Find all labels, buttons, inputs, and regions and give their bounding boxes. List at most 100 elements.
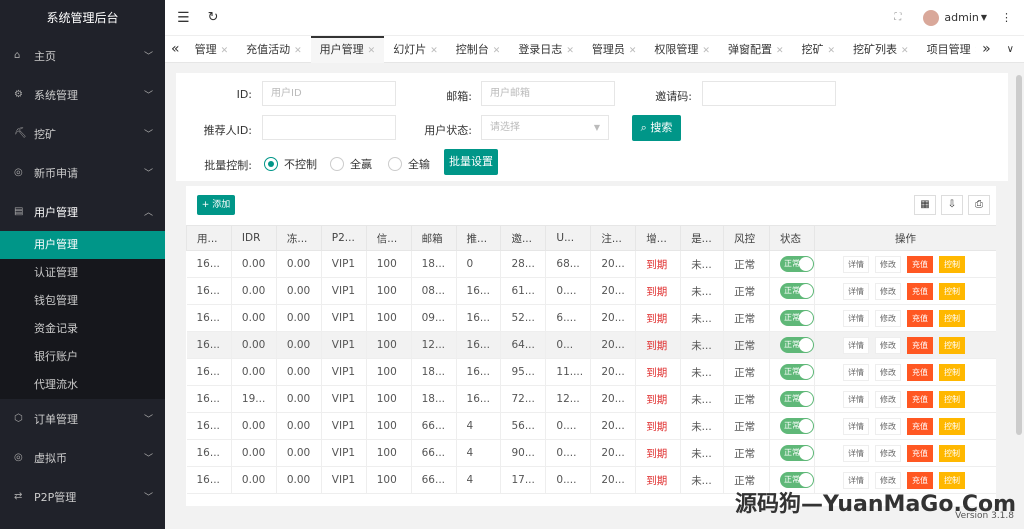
- table-row[interactable]: 16... 0.00 0.00 VIP1 100 18... 0 28... 68... 20..…: [186, 250, 996, 278]
- id-input[interactable]: 用户ID: [262, 81, 396, 106]
- sidebar-subitem[interactable]: 用户管理: [0, 231, 165, 259]
- column-header[interactable]: 是...: [680, 225, 725, 251]
- detail-button[interactable]: 详情: [843, 417, 870, 435]
- tab[interactable]: 挖矿 ✕: [793, 36, 845, 63]
- close-icon[interactable]: ✕: [776, 46, 784, 56]
- sidebar-subitem[interactable]: 钱包管理: [0, 287, 165, 315]
- status-toggle[interactable]: 正常: [780, 337, 815, 353]
- detail-button[interactable]: 详情: [843, 282, 870, 300]
- column-header[interactable]: 风控: [723, 225, 771, 251]
- status-toggle[interactable]: 正常: [780, 256, 815, 272]
- sidebar-item[interactable]: ▤ 用户管理 ︿: [0, 192, 165, 231]
- edit-button[interactable]: 修改: [875, 336, 902, 354]
- column-header[interactable]: 状态: [769, 225, 816, 251]
- close-icon[interactable]: ✕: [629, 46, 637, 56]
- recharge-button[interactable]: 充值: [907, 309, 934, 327]
- control-button[interactable]: 控制: [939, 417, 966, 435]
- sidebar-item[interactable]: ⚙ 系统管理 ﹀: [0, 75, 165, 114]
- detail-button[interactable]: 详情: [843, 444, 870, 462]
- table-row[interactable]: 16... 0.00 0.00 VIP1 100 08... 16... 61... 0....…: [186, 277, 996, 305]
- tab[interactable]: 用户管理 ✕: [310, 35, 385, 63]
- column-header[interactable]: IDR: [230, 225, 277, 251]
- tab[interactable]: 管理 ✕: [186, 36, 238, 63]
- close-icon[interactable]: ✕: [430, 46, 438, 56]
- tab[interactable]: 控制台 ✕: [447, 36, 510, 63]
- more-icon[interactable]: ⋮: [1001, 11, 1012, 24]
- column-header[interactable]: 操作: [814, 225, 996, 251]
- tabs-dropdown-icon[interactable]: ∨: [997, 44, 1024, 55]
- recharge-button[interactable]: 充值: [907, 363, 934, 381]
- columns-icon[interactable]: ▦: [914, 195, 936, 215]
- tab[interactable]: 弹窗配置 ✕: [719, 36, 793, 63]
- scrollbar[interactable]: [1016, 75, 1022, 435]
- batch-set-button[interactable]: 批量设置: [444, 149, 498, 175]
- tab[interactable]: 充值活动 ✕: [237, 36, 311, 63]
- sidebar-item[interactable]: ⛏ 挖矿 ﹀: [0, 114, 165, 153]
- tab[interactable]: 幻灯片 ✕: [384, 36, 447, 63]
- edit-button[interactable]: 修改: [875, 309, 902, 327]
- tab[interactable]: 登录日志 ✕: [509, 36, 583, 63]
- detail-button[interactable]: 详情: [843, 309, 870, 327]
- detail-button[interactable]: 详情: [843, 390, 870, 408]
- sidebar-item[interactable]: ◎ 虚拟币 ﹀: [0, 438, 165, 477]
- tabs-next-icon[interactable]: »: [976, 41, 997, 57]
- sidebar-item[interactable]: ⌂ 主页 ﹀: [0, 36, 165, 75]
- edit-button[interactable]: 修改: [875, 282, 902, 300]
- tab[interactable]: 权限管理 ✕: [645, 36, 719, 63]
- status-toggle[interactable]: 正常: [780, 391, 815, 407]
- close-icon[interactable]: ✕: [493, 46, 501, 56]
- control-button[interactable]: 控制: [939, 282, 966, 300]
- close-icon[interactable]: ✕: [566, 46, 574, 56]
- control-button[interactable]: 控制: [939, 444, 966, 462]
- recharge-button[interactable]: 充值: [907, 417, 934, 435]
- radio-all-win[interactable]: 全赢: [330, 156, 372, 172]
- search-button[interactable]: ⌕ 搜索: [632, 115, 681, 141]
- status-toggle[interactable]: 正常: [780, 310, 815, 326]
- control-button[interactable]: 控制: [939, 363, 966, 381]
- tab[interactable]: 管理员 ✕: [583, 36, 646, 63]
- email-input[interactable]: 用户邮箱: [481, 81, 615, 106]
- column-header[interactable]: 注...: [590, 225, 637, 251]
- sidebar-subitem[interactable]: 认证管理: [0, 259, 165, 287]
- close-icon[interactable]: ✕: [221, 46, 229, 56]
- recharge-button[interactable]: 充值: [907, 255, 934, 273]
- edit-button[interactable]: 修改: [875, 444, 902, 462]
- radio-all-lose[interactable]: 全输: [388, 156, 430, 172]
- print-icon[interactable]: ⎙: [968, 195, 990, 215]
- edit-button[interactable]: 修改: [875, 255, 902, 273]
- control-button[interactable]: 控制: [939, 390, 966, 408]
- sidebar-item[interactable]: ⇄ P2P管理 ﹀: [0, 477, 165, 516]
- table-row[interactable]: 16... 0.00 0.00 VIP1 100 09... 16... 52... 6....…: [186, 304, 996, 332]
- column-header[interactable]: 邀...: [500, 225, 547, 251]
- sidebar-item[interactable]: ⬡ 订单管理 ﹀: [0, 399, 165, 438]
- column-header[interactable]: U...: [545, 225, 592, 251]
- add-button[interactable]: + 添加: [197, 195, 235, 215]
- sidebar-item[interactable]: ◎ 新币申请 ﹀: [0, 153, 165, 192]
- recharge-button[interactable]: 充值: [907, 282, 934, 300]
- status-toggle[interactable]: 正常: [780, 364, 815, 380]
- sidebar-subitem[interactable]: 银行账户: [0, 343, 165, 371]
- status-toggle[interactable]: 正常: [780, 418, 815, 434]
- edit-button[interactable]: 修改: [875, 390, 902, 408]
- table-row[interactable]: 16... 0.00 0.00 VIP1 100 66... 4 90... 0.... 20..…: [186, 439, 996, 467]
- tabs-prev-icon[interactable]: «: [165, 41, 186, 57]
- sidebar-subitem[interactable]: 代理流水: [0, 371, 165, 399]
- status-toggle[interactable]: 正常: [780, 283, 815, 299]
- column-header[interactable]: 邮箱: [410, 225, 457, 251]
- close-icon[interactable]: ✕: [901, 46, 909, 56]
- column-header[interactable]: 增...: [635, 225, 682, 251]
- recharge-button[interactable]: 充值: [907, 444, 934, 462]
- radio-no-control[interactable]: 不控制: [264, 156, 317, 172]
- detail-button[interactable]: 详情: [843, 336, 870, 354]
- detail-button[interactable]: 详情: [843, 363, 870, 381]
- refresh-icon[interactable]: ↻: [208, 10, 219, 25]
- avatar[interactable]: [923, 9, 940, 26]
- edit-button[interactable]: 修改: [875, 363, 902, 381]
- table-row[interactable]: 16... 0.00 0.00 VIP1 100 12... 16... 64... 0... 2…: [186, 331, 996, 359]
- table-row[interactable]: 16... 0.00 0.00 VIP1 100 66... 4 56... 0.... 20..…: [186, 412, 996, 440]
- column-header[interactable]: 信...: [365, 225, 412, 251]
- close-icon[interactable]: ✕: [294, 46, 302, 56]
- tab[interactable]: 项目管理✕: [918, 36, 977, 63]
- sidebar-subitem[interactable]: 资金记录: [0, 315, 165, 343]
- fullscreen-icon[interactable]: ⛶: [894, 12, 901, 23]
